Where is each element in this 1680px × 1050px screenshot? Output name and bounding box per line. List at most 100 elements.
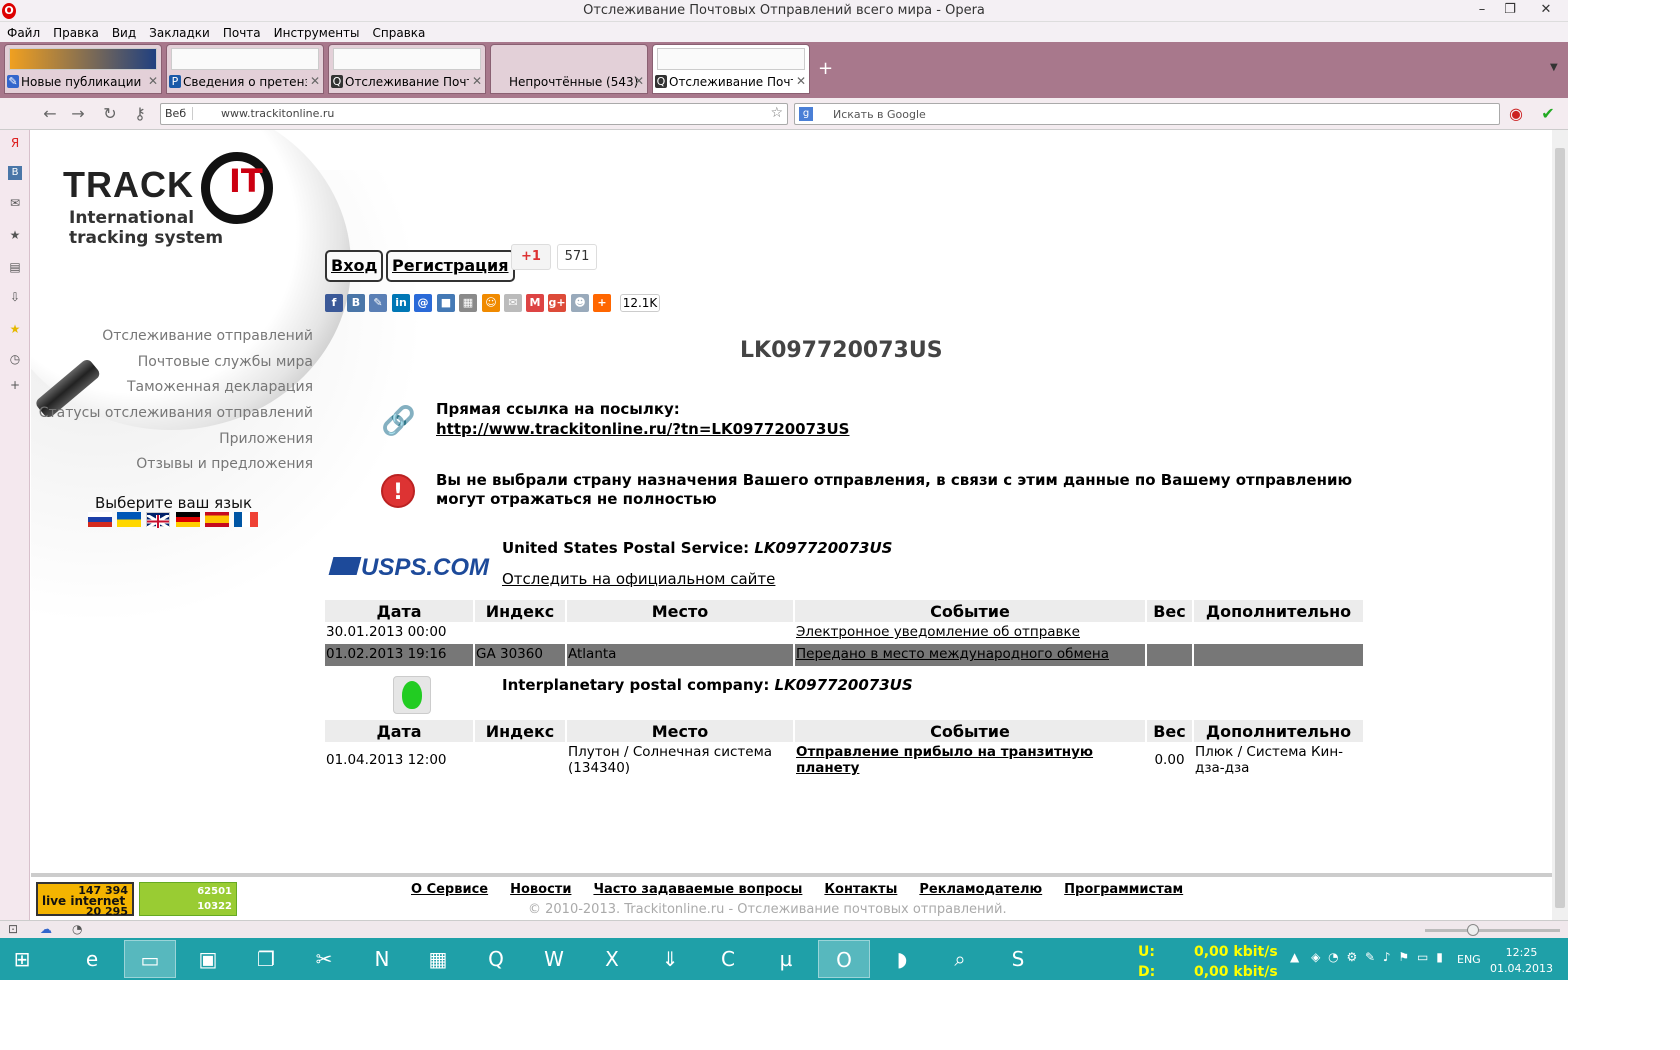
googleplus-share-icon[interactable]: g+: [548, 294, 566, 312]
logo-track-text[interactable]: TRACK: [63, 164, 194, 206]
direct-link-url[interactable]: http://www.trackitonline.ru/?tn=LK097720…: [436, 420, 849, 438]
tab-item-active[interactable]: Q Отслеживание Почто... ✕: [652, 44, 810, 94]
alien-logo-icon[interactable]: [393, 676, 431, 714]
tab-item[interactable]: ✎ Новые публикации - ... ✕: [4, 44, 162, 94]
tab-item[interactable]: P Сведения о претензи... ✕: [166, 44, 324, 94]
add-panel-icon[interactable]: +: [8, 378, 22, 392]
flag-fr-icon[interactable]: [234, 512, 258, 527]
opera-taskbar-icon[interactable]: O: [818, 940, 870, 978]
tray-app-icon[interactable]: ◔: [1328, 950, 1338, 964]
more-share-icon[interactable]: +: [593, 294, 611, 312]
flag-ua-icon[interactable]: [117, 512, 141, 527]
footer-link-developers[interactable]: Программистам: [1064, 882, 1183, 897]
google-plus-button[interactable]: +1: [511, 244, 551, 270]
search-bar[interactable]: g Искать в Google: [794, 103, 1500, 125]
tab-close-icon[interactable]: ✕: [472, 74, 482, 88]
key-icon[interactable]: ⚷: [130, 104, 150, 123]
system-app-icon[interactable]: ▣: [182, 940, 234, 978]
flag-notifications-icon[interactable]: ⚑: [1398, 950, 1409, 964]
tray-app-icon[interactable]: ✎: [1365, 950, 1375, 964]
turbo-icon[interactable]: ◔: [72, 922, 82, 936]
address-url[interactable]: www.trackitonline.ru: [221, 107, 334, 120]
logo-it-text[interactable]: IT: [229, 162, 263, 200]
notes-icon[interactable]: ▤: [8, 260, 22, 274]
stop-icon[interactable]: ◉: [1506, 104, 1526, 123]
maximize-button[interactable]: ❐: [1496, 2, 1524, 17]
zoom-slider[interactable]: [1425, 924, 1560, 936]
mail-icon[interactable]: ✉: [8, 196, 22, 210]
quicktime-icon[interactable]: Q: [470, 940, 522, 978]
tray-app-icon[interactable]: ⚙: [1346, 950, 1357, 964]
tab-item[interactable]: Q Отслеживание Почто... ✕: [328, 44, 486, 94]
forward-icon[interactable]: →: [68, 104, 88, 123]
excel-icon[interactable]: X: [586, 940, 638, 978]
delicious-share-icon[interactable]: ■: [437, 294, 455, 312]
new-tab-icon[interactable]: +: [818, 58, 833, 79]
register-button[interactable]: Регистрация: [386, 250, 515, 282]
google-icon[interactable]: g: [799, 107, 813, 121]
tray-arrow-icon[interactable]: ▲: [1290, 950, 1299, 964]
footer-link-faq[interactable]: Часто задаваемые вопросы: [593, 882, 802, 897]
snipping-tool-icon[interactable]: ✂: [298, 940, 350, 978]
opera-unite-icon[interactable]: ☁: [40, 922, 52, 936]
vertical-scrollbar[interactable]: [1552, 130, 1568, 920]
bookmark-star-icon[interactable]: ☆: [770, 105, 783, 121]
flag-uk-icon[interactable]: [146, 512, 170, 530]
footer-link-news[interactable]: Новости: [510, 882, 571, 897]
bookmark-share-icon[interactable]: ▦: [459, 294, 477, 312]
zoom-slider-knob[interactable]: [1467, 924, 1479, 936]
onenote-icon[interactable]: N: [356, 940, 408, 978]
file-explorer-icon[interactable]: ▭: [124, 940, 176, 978]
network-icon[interactable]: ▭: [1417, 950, 1428, 964]
ccleaner-icon[interactable]: C: [702, 940, 754, 978]
tab-close-icon[interactable]: ✕: [796, 74, 806, 88]
scrollbar-thumb[interactable]: [1555, 148, 1565, 908]
web-badge[interactable]: Веб: [165, 107, 194, 120]
flag-ru-icon[interactable]: [88, 512, 112, 527]
linkedin-share-icon[interactable]: in: [392, 294, 410, 312]
stats-counter[interactable]: 62501 10322: [139, 882, 237, 916]
search-app-icon[interactable]: ⌕: [934, 940, 986, 978]
login-button[interactable]: Вход: [325, 250, 384, 282]
search-input[interactable]: Искать в Google: [833, 108, 926, 121]
tab-list-chevron-icon[interactable]: ▼: [1550, 62, 1558, 73]
vk-share-icon[interactable]: В: [347, 294, 365, 312]
panel-toggle-icon[interactable]: ⊡: [8, 922, 18, 936]
odnoklassniki-share-icon[interactable]: ☺: [482, 294, 500, 312]
media-app-icon[interactable]: ◗: [876, 940, 928, 978]
start-windows-icon[interactable]: ⊞: [0, 940, 44, 978]
nav-apps[interactable]: Приложения: [31, 429, 313, 455]
mailru-share-icon[interactable]: @: [414, 294, 432, 312]
footer-link-about[interactable]: О Сервисе: [411, 882, 488, 897]
check-icon[interactable]: ✔: [1538, 104, 1558, 123]
battery-icon[interactable]: ▮: [1436, 950, 1443, 964]
back-icon[interactable]: ←: [40, 104, 60, 123]
reddit-share-icon[interactable]: ☻: [571, 294, 589, 312]
tab-close-icon[interactable]: ✕: [634, 74, 644, 88]
tab-close-icon[interactable]: ✕: [310, 74, 320, 88]
cell-event-link[interactable]: Отправление прибыло на транзитную планет…: [794, 742, 1147, 778]
email-share-icon[interactable]: ✉: [504, 294, 522, 312]
minimize-button[interactable]: –: [1468, 2, 1496, 17]
menu-file[interactable]: Файл: [0, 23, 46, 40]
tab-close-icon[interactable]: ✕: [148, 74, 158, 88]
flag-de-icon[interactable]: [176, 512, 200, 527]
yandex-icon[interactable]: Я: [8, 136, 22, 150]
tab-item[interactable]: Непрочтённые (543) ✕: [490, 44, 648, 94]
vk-icon[interactable]: В: [8, 166, 22, 180]
menu-view[interactable]: Вид: [105, 23, 142, 40]
widgets-icon[interactable]: ★: [8, 322, 22, 336]
nav-tracking[interactable]: Отслеживание отправлений: [31, 326, 313, 352]
reload-icon[interactable]: ↻: [100, 104, 120, 123]
utorrent-icon[interactable]: µ: [760, 940, 812, 978]
footer-link-advertisers[interactable]: Рекламодателю: [919, 882, 1042, 897]
address-bar[interactable]: Веб www.trackitonline.ru ☆: [160, 103, 788, 125]
downloads-icon[interactable]: ⇩: [8, 290, 22, 304]
nav-statuses[interactable]: Статусы отслеживания отправлений: [31, 403, 313, 429]
skype-icon[interactable]: S: [992, 940, 1044, 978]
tray-app-icon[interactable]: ◈: [1311, 950, 1320, 964]
menu-edit[interactable]: Правка: [46, 23, 105, 40]
nav-customs[interactable]: Таможенная декларация: [31, 377, 313, 403]
flag-es-icon[interactable]: [205, 512, 229, 527]
liveinternet-counter[interactable]: 147 394 live internet 20 295: [36, 882, 134, 918]
